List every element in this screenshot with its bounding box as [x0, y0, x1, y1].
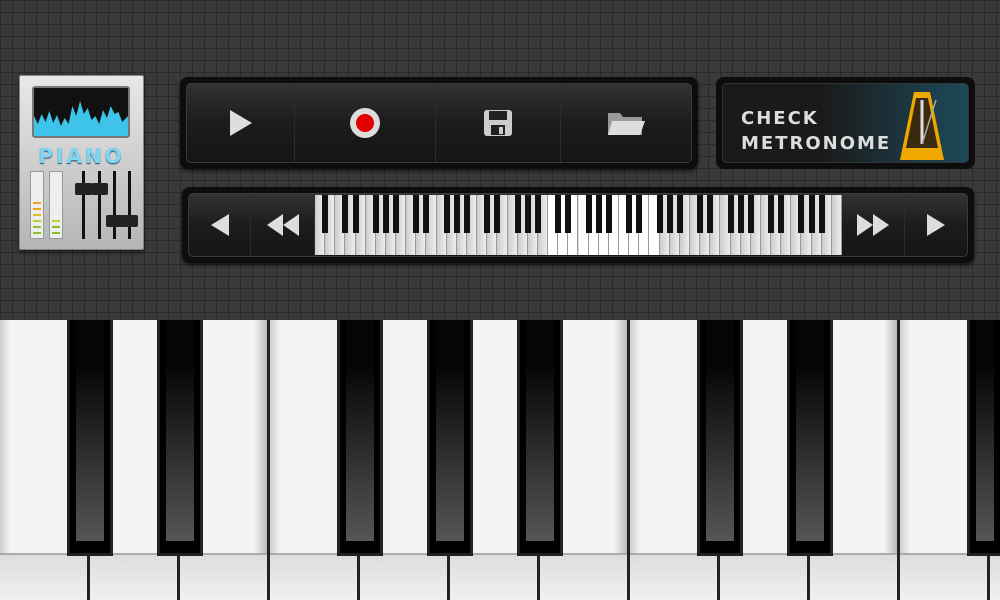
- mini-black-key: [352, 195, 359, 233]
- mini-black-key: [393, 195, 400, 233]
- scroll-right-button[interactable]: [905, 194, 967, 256]
- fast-scroll-right-button[interactable]: [841, 194, 905, 256]
- mini-black-key: [778, 195, 785, 233]
- transport-toolbar: [180, 77, 698, 169]
- black-key[interactable]: [427, 320, 473, 556]
- mini-black-key: [382, 195, 389, 233]
- mini-black-key: [798, 195, 805, 233]
- mini-black-key: [636, 195, 643, 233]
- mini-black-key: [565, 195, 572, 233]
- mini-black-key: [727, 195, 734, 233]
- fader: [106, 171, 123, 239]
- check-metronome-button[interactable]: CHECK METRONOME: [716, 77, 975, 169]
- play-icon: [229, 110, 252, 136]
- mini-black-key: [808, 195, 815, 233]
- mini-black-key: [372, 195, 379, 233]
- arrow-right-icon: [927, 214, 945, 236]
- scroll-left-button[interactable]: [189, 194, 251, 256]
- save-button[interactable]: [436, 84, 561, 162]
- mini-black-key: [342, 195, 349, 233]
- level-meter: [49, 171, 63, 239]
- metronome-label-line1: CHECK: [741, 108, 819, 129]
- mini-black-key: [656, 195, 663, 233]
- mini-black-key: [737, 195, 744, 233]
- spectrum-display: [32, 86, 130, 138]
- fader: [121, 171, 138, 239]
- app-logo: PIANO: [19, 75, 144, 250]
- mini-black-key: [605, 195, 612, 233]
- fader: [75, 171, 92, 239]
- mini-black-key: [514, 195, 521, 233]
- mini-black-key: [697, 195, 704, 233]
- mini-black-key: [676, 195, 683, 233]
- mini-black-key: [768, 195, 775, 233]
- mini-black-key: [322, 195, 329, 233]
- mini-black-key: [555, 195, 562, 233]
- mini-black-key: [707, 195, 714, 233]
- fast-scroll-left-button[interactable]: [251, 194, 315, 256]
- level-meter: [30, 171, 44, 239]
- black-key[interactable]: [787, 320, 833, 556]
- metronome-label: CHECK METRONOME: [741, 106, 891, 156]
- fader: [91, 171, 108, 239]
- mini-keyboard-range-selector[interactable]: [315, 195, 842, 255]
- metronome-icon: [900, 92, 944, 160]
- black-key[interactable]: [157, 320, 203, 556]
- metronome-label-line2: METRONOME: [741, 133, 892, 154]
- floppy-disk-icon: [484, 110, 512, 136]
- mini-white-key: [831, 195, 842, 255]
- fast-forward-icon: [856, 214, 889, 236]
- black-key[interactable]: [337, 320, 383, 556]
- black-key[interactable]: [697, 320, 743, 556]
- mini-black-key: [443, 195, 450, 233]
- mini-black-key: [818, 195, 825, 233]
- mini-black-key: [747, 195, 754, 233]
- open-button[interactable]: [561, 84, 691, 162]
- arrow-left-icon: [210, 214, 229, 236]
- black-key[interactable]: [517, 320, 563, 556]
- mini-black-key: [626, 195, 633, 233]
- black-key[interactable]: [967, 320, 1000, 556]
- mini-black-key: [464, 195, 471, 233]
- play-button[interactable]: [187, 84, 295, 162]
- mini-black-key: [484, 195, 491, 233]
- record-button[interactable]: [295, 84, 436, 162]
- mini-black-key: [666, 195, 673, 233]
- mini-black-key: [585, 195, 592, 233]
- piano-keyboard: [0, 320, 1000, 600]
- black-key[interactable]: [67, 320, 113, 556]
- mini-black-key: [423, 195, 430, 233]
- mini-black-key: [595, 195, 602, 233]
- mini-black-key: [413, 195, 420, 233]
- mini-black-key: [524, 195, 531, 233]
- mini-black-key: [453, 195, 460, 233]
- mini-black-key: [534, 195, 541, 233]
- rewind-icon: [266, 214, 299, 236]
- logo-text: PIANO: [38, 144, 125, 168]
- folder-icon: [608, 113, 645, 135]
- record-icon: [350, 108, 380, 138]
- mini-black-key: [494, 195, 501, 233]
